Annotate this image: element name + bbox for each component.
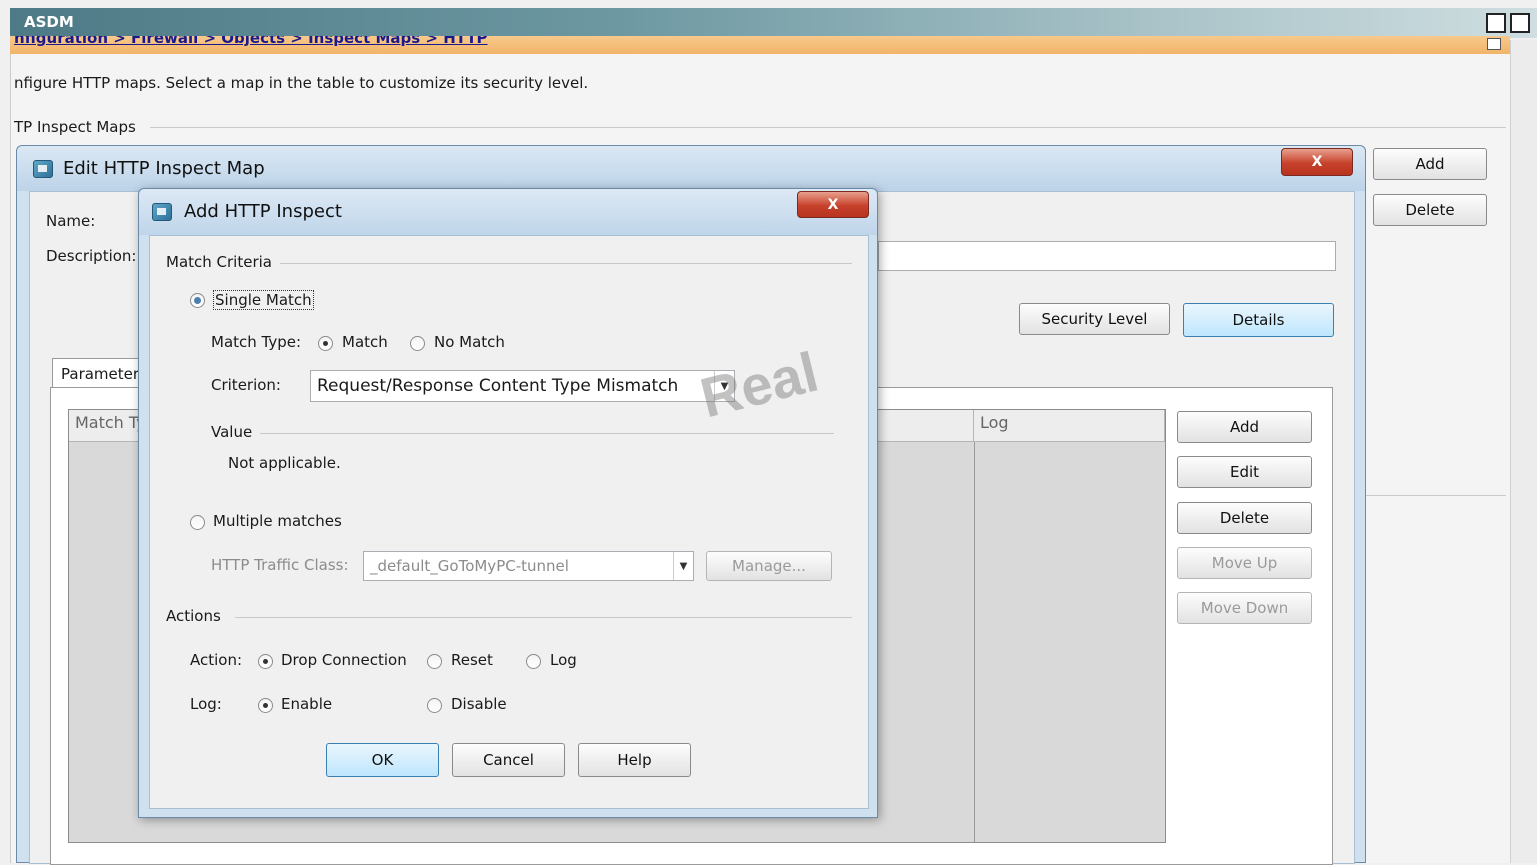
close-icon: X	[1311, 154, 1323, 170]
asdm-app-icon	[33, 160, 53, 178]
document-icon[interactable]	[1487, 38, 1501, 50]
app-title: ASDM	[24, 13, 74, 31]
breadcrumb[interactable]: nfiguration > Firewall > Objects > Inspe…	[14, 36, 488, 47]
minimize-icon[interactable]	[1486, 13, 1506, 33]
traffic-class-value: _default_GoToMyPC-tunnel	[370, 557, 569, 575]
match-type-label: Match Type:	[211, 333, 302, 351]
add-map-button[interactable]: Add	[1373, 148, 1487, 180]
no-match-radio[interactable]	[410, 336, 425, 351]
criterion-select[interactable]: Request/Response Content Type Mismatch ▼	[310, 370, 735, 402]
chevron-down-icon: ▼	[673, 552, 693, 580]
log-enable-radio[interactable]	[258, 698, 273, 713]
criterion-label: Criterion:	[211, 376, 281, 394]
section-divider	[150, 127, 1506, 128]
log-action-radio[interactable]	[526, 654, 541, 669]
tab-parameters[interactable]: Parameters	[52, 358, 142, 388]
actions-divider	[235, 617, 852, 618]
add-dialog-body: Match Criteria Single Match Match Type: …	[149, 235, 869, 809]
security-level-button[interactable]: Security Level	[1019, 303, 1170, 335]
value-divider	[260, 433, 834, 434]
traffic-class-label: HTTP Traffic Class:	[211, 556, 349, 574]
app-titlebar: ASDM	[10, 8, 1537, 38]
no-match-option-label[interactable]: No Match	[434, 333, 505, 351]
help-button[interactable]: Help	[578, 743, 691, 777]
match-criteria-group: Match Criteria	[166, 253, 280, 271]
multiple-matches-label[interactable]: Multiple matches	[213, 512, 342, 530]
delete-map-button[interactable]: Delete	[1373, 194, 1487, 226]
action-label: Action:	[190, 651, 243, 669]
value-group: Value	[211, 423, 261, 441]
column-divider	[974, 442, 975, 842]
column-header-log[interactable]: Log	[974, 410, 1165, 442]
section-label: TP Inspect Maps	[14, 118, 136, 136]
vertical-scrollbar[interactable]	[1510, 40, 1537, 863]
add-http-inspect-dialog: Add HTTP Inspect X Match Criteria Single…	[138, 188, 878, 818]
maximize-icon[interactable]	[1510, 13, 1530, 33]
delete-rule-button[interactable]: Delete	[1177, 502, 1312, 534]
drop-connection-radio[interactable]	[258, 654, 273, 669]
details-button[interactable]: Details	[1183, 303, 1334, 337]
match-radio[interactable]	[318, 336, 333, 351]
log-action-label[interactable]: Log	[550, 651, 577, 669]
edit-rule-button[interactable]: Edit	[1177, 456, 1312, 488]
match-criteria-divider	[280, 263, 852, 264]
cancel-button[interactable]: Cancel	[452, 743, 565, 777]
log-disable-radio[interactable]	[427, 698, 442, 713]
add-dialog-title: Add HTTP Inspect	[184, 201, 342, 222]
multiple-matches-radio[interactable]	[190, 515, 205, 530]
single-match-label[interactable]: Single Match	[213, 290, 314, 310]
edit-dialog-titlebar: Edit HTTP Inspect Map X	[17, 146, 1365, 191]
edit-dialog-close-button[interactable]: X	[1281, 148, 1353, 176]
reset-radio[interactable]	[427, 654, 442, 669]
description-field[interactable]	[878, 241, 1336, 271]
name-label: Name:	[46, 212, 96, 230]
move-up-button[interactable]: Move Up	[1177, 547, 1312, 579]
close-icon: X	[827, 196, 839, 213]
match-option-label[interactable]: Match	[342, 333, 388, 351]
reset-label[interactable]: Reset	[451, 651, 493, 669]
add-dialog-close-button[interactable]: X	[797, 191, 869, 218]
page-intro: nfigure HTTP maps. Select a map in the t…	[14, 74, 589, 92]
ok-button[interactable]: OK	[326, 743, 439, 777]
edit-dialog-title: Edit HTTP Inspect Map	[63, 158, 265, 179]
log-label: Log:	[190, 695, 222, 713]
move-down-button[interactable]: Move Down	[1177, 592, 1312, 624]
add-rule-button[interactable]: Add	[1177, 411, 1312, 443]
criterion-value: Request/Response Content Type Mismatch	[317, 376, 679, 396]
description-label: Description:	[46, 247, 137, 265]
log-disable-label[interactable]: Disable	[451, 695, 507, 713]
breadcrumb-bar: nfiguration > Firewall > Objects > Inspe…	[10, 36, 1510, 54]
manage-button[interactable]: Manage...	[706, 551, 832, 581]
pane-divider	[1362, 495, 1506, 496]
log-enable-label[interactable]: Enable	[281, 695, 332, 713]
add-dialog-titlebar: Add HTTP Inspect X	[139, 189, 877, 235]
single-match-radio[interactable]	[190, 293, 205, 308]
drop-connection-label[interactable]: Drop Connection	[281, 651, 407, 669]
actions-group: Actions	[166, 607, 229, 625]
asdm-app-icon	[152, 203, 172, 221]
traffic-class-select[interactable]: _default_GoToMyPC-tunnel ▼	[363, 551, 694, 581]
value-text: Not applicable.	[228, 454, 341, 472]
